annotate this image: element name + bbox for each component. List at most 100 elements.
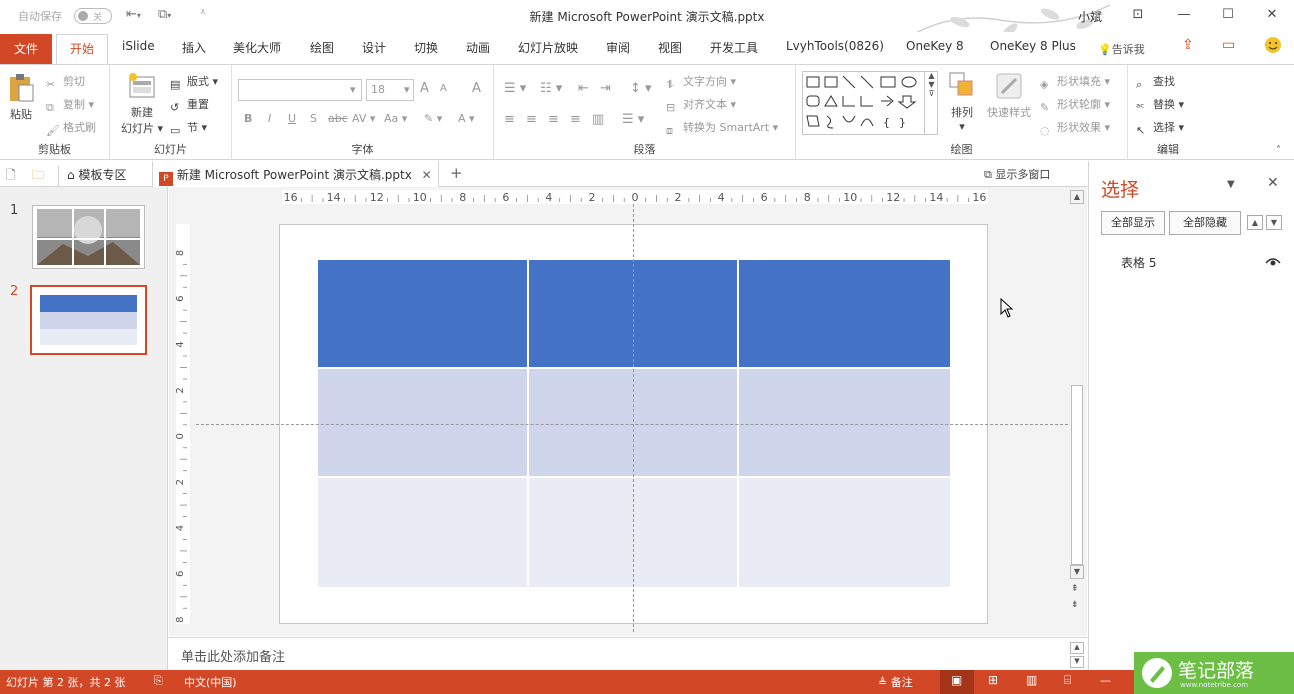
spellcheck-icon[interactable]: ⎘	[154, 674, 163, 688]
tab-lvyhtools[interactable]: LvyhTools(0826)	[786, 39, 884, 63]
bold-button[interactable]: B	[244, 112, 252, 125]
tab-meihua[interactable]: 美化大师	[233, 39, 281, 63]
next-slide-icon[interactable]: ⇟	[1071, 600, 1079, 610]
minimize-icon[interactable]: —	[1170, 4, 1198, 26]
shape-fill-button[interactable]: ◈ 形状填充 ▾	[1040, 73, 1110, 92]
comments-icon[interactable]: ▭	[1222, 37, 1235, 61]
vertical-scrollbar[interactable]: ▲ ▼ ⇞ ⇟	[1070, 190, 1084, 614]
font-name-input[interactable]	[238, 79, 362, 101]
notes-scroll-down-icon[interactable]: ▼	[1070, 656, 1084, 668]
tab-view[interactable]: 视图	[658, 39, 682, 63]
slideshow-icon[interactable]: ⌸	[1064, 673, 1071, 688]
slide-thumbnail-1[interactable]	[32, 205, 145, 269]
pane-options-icon[interactable]: ▼	[1227, 179, 1235, 190]
tab-home[interactable]: 开始	[56, 34, 108, 66]
notes-toggle-button[interactable]: ≜ 备注	[878, 674, 913, 690]
find-button[interactable]: ⌕ 查找	[1136, 73, 1175, 92]
font-name-dropdown-icon[interactable]: ▾	[350, 83, 356, 96]
tab-transitions[interactable]: 切换	[414, 39, 438, 63]
new-file-icon[interactable]: 🗋	[6, 166, 16, 187]
grow-font-icon[interactable]: A	[420, 81, 429, 96]
copy-button[interactable]: ⧉ 复制 ▾	[46, 96, 94, 115]
start-from-beginning-icon[interactable]: ⇤▾	[126, 7, 141, 22]
quick-styles-button[interactable]: 快速样式	[984, 71, 1034, 120]
smiley-icon[interactable]	[1264, 36, 1282, 60]
italic-button[interactable]: I	[268, 112, 271, 125]
smartart-button[interactable]: ⧈ 转换为 SmartArt ▾	[666, 119, 778, 138]
decrease-indent-icon[interactable]: ⇤	[578, 81, 589, 96]
arrange-button[interactable]: 排列 ▾	[944, 71, 980, 133]
format-painter-button[interactable]: 🖌 格式刷	[46, 119, 96, 138]
paste-button[interactable]: 粘贴	[6, 73, 36, 129]
zoom-out-icon[interactable]: —	[1100, 674, 1111, 687]
text-direction-button[interactable]: ⥮ 文字方向 ▾	[666, 73, 736, 92]
tab-insert[interactable]: 插入	[182, 39, 206, 63]
new-slide-button[interactable]: 新建 幻灯片 ▾	[118, 71, 166, 136]
table-cell[interactable]	[318, 369, 527, 476]
selection-item-table[interactable]: 表格 5	[1121, 254, 1156, 271]
shape-effects-button[interactable]: ◌ 形状效果 ▾	[1040, 119, 1110, 138]
replace-button[interactable]: ᵃᶜ 替换 ▾	[1136, 96, 1184, 115]
font-color-button[interactable]: A ▾	[458, 112, 475, 125]
section-button[interactable]: ▭ 节 ▾	[170, 119, 207, 138]
add-tab-icon[interactable]: +	[450, 164, 463, 182]
notes-placeholder[interactable]: 单击此处添加备注	[181, 646, 285, 665]
shapes-quick-icon[interactable]: ⧉▾	[158, 7, 171, 22]
tab-review[interactable]: 审阅	[606, 39, 630, 63]
close-pane-icon[interactable]: ✕	[1267, 175, 1279, 191]
bullets-icon[interactable]: ☰ ▾	[504, 81, 526, 96]
align-right-icon[interactable]: ≡	[548, 112, 559, 127]
notes-scroll-up-icon[interactable]: ▲	[1070, 642, 1084, 654]
share-icon[interactable]: ⇪	[1182, 37, 1194, 61]
table-header-cell[interactable]	[318, 260, 527, 367]
hide-all-button[interactable]: 全部隐藏	[1169, 211, 1241, 235]
send-backward-icon[interactable]: ▼	[1266, 215, 1282, 230]
distributed-icon[interactable]: ▥	[592, 112, 604, 127]
shrink-font-icon[interactable]: A	[440, 83, 447, 94]
highlight-icon[interactable]: ✎ ▾	[424, 112, 442, 125]
visibility-eye-icon[interactable]	[1265, 257, 1281, 267]
reading-view-icon[interactable]: ▥	[1026, 673, 1037, 687]
collapse-ribbon-icon[interactable]: ˄	[1276, 145, 1281, 156]
show-multi-window-button[interactable]: ⧉ 显示多窗口	[984, 166, 1050, 182]
folder-icon[interactable]: 🗀	[32, 166, 44, 187]
line-spacing-icon[interactable]: ↕ ▾	[630, 81, 652, 96]
vertical-guide[interactable]	[633, 204, 634, 632]
shadow-button[interactable]: S	[310, 112, 317, 125]
underline-button[interactable]: U	[288, 112, 296, 125]
tab-draw[interactable]: 绘图	[310, 39, 334, 63]
columns-icon[interactable]: ☰ ▾	[622, 112, 644, 127]
table-cell[interactable]	[318, 478, 527, 587]
bring-forward-icon[interactable]: ▲	[1247, 215, 1263, 230]
autosave-toggle[interactable]: 关	[74, 8, 112, 24]
close-tab-icon[interactable]: ✕	[422, 168, 432, 182]
tab-file[interactable]: 文件	[0, 34, 52, 64]
tab-onekey8[interactable]: OneKey 8	[906, 39, 964, 63]
scroll-thumb[interactable]	[1071, 385, 1083, 565]
select-button[interactable]: ↖ 选择 ▾	[1136, 119, 1184, 138]
shape-outline-button[interactable]: ✎ 形状轮廓 ▾	[1040, 96, 1110, 115]
tab-design[interactable]: 设计	[362, 39, 386, 63]
cut-button[interactable]: ✂ 剪切	[46, 73, 85, 92]
customize-qat-icon[interactable]: ⩡	[200, 7, 206, 18]
layout-button[interactable]: ▤ 版式 ▾	[170, 73, 218, 92]
font-size-dropdown-icon[interactable]: ▾	[404, 83, 410, 96]
numbering-icon[interactable]: ☷ ▾	[540, 81, 562, 96]
user-name[interactable]: 小斌	[1078, 8, 1102, 25]
notes-pane[interactable]: 单击此处添加备注 ▲ ▼	[169, 637, 1087, 670]
tab-slideshow[interactable]: 幻灯片放映	[518, 39, 578, 63]
slide-sorter-icon[interactable]: ⊞	[988, 673, 998, 687]
document-tab[interactable]: P 新建 Microsoft PowerPoint 演示文稿.pptx ✕	[152, 161, 439, 187]
ribbon-display-options-icon[interactable]: ⊡	[1124, 4, 1152, 26]
table-cell[interactable]	[739, 478, 950, 587]
char-spacing-button[interactable]: AV ▾	[352, 112, 375, 125]
reset-button[interactable]: ↺ 重置	[170, 96, 209, 115]
horizontal-guide[interactable]	[196, 424, 1068, 425]
align-text-button[interactable]: ⊟ 对齐文本 ▾	[666, 96, 736, 115]
align-center-icon[interactable]: ≡	[526, 112, 537, 127]
slide-thumbnail-2[interactable]	[30, 285, 147, 355]
scroll-down-icon[interactable]: ▼	[1070, 565, 1084, 579]
language[interactable]: 中文(中国)	[184, 674, 237, 690]
show-all-button[interactable]: 全部显示	[1101, 211, 1165, 235]
table-cell[interactable]	[739, 369, 950, 476]
